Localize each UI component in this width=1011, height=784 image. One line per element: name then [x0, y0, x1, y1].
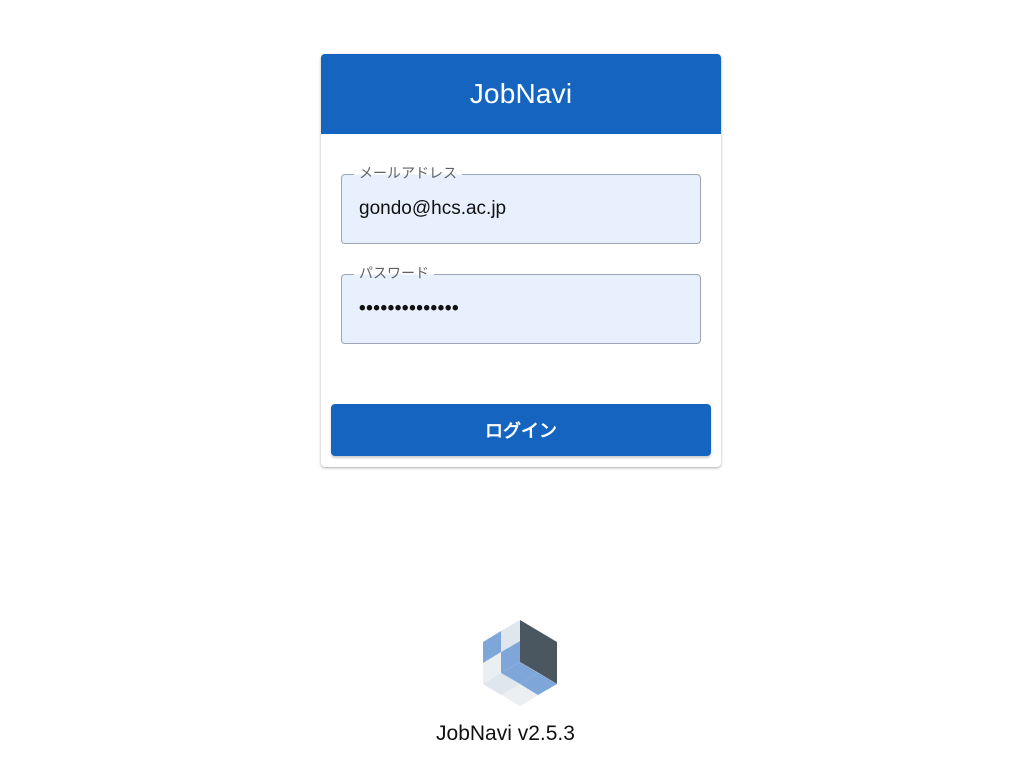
login-card: JobNavi メールアドレス gondo@hcs.ac.jp パスワード ••… — [321, 54, 721, 467]
password-field[interactable]: パスワード •••••••••••••• — [341, 265, 701, 344]
password-input[interactable]: •••••••••••••• — [359, 275, 459, 343]
app-title-header: JobNavi — [321, 54, 721, 134]
login-page: JobNavi メールアドレス gondo@hcs.ac.jp パスワード ••… — [0, 0, 1011, 784]
email-input[interactable]: gondo@hcs.ac.jp — [359, 175, 506, 243]
login-button[interactable]: ログイン — [331, 404, 711, 456]
login-button-label: ログイン — [485, 421, 557, 442]
email-field[interactable]: メールアドレス gondo@hcs.ac.jp — [341, 165, 701, 244]
cube-logo-icon — [483, 620, 557, 706]
app-title: JobNavi — [469, 78, 573, 109]
version-label: JobNavi v2.5.3 — [436, 722, 575, 745]
